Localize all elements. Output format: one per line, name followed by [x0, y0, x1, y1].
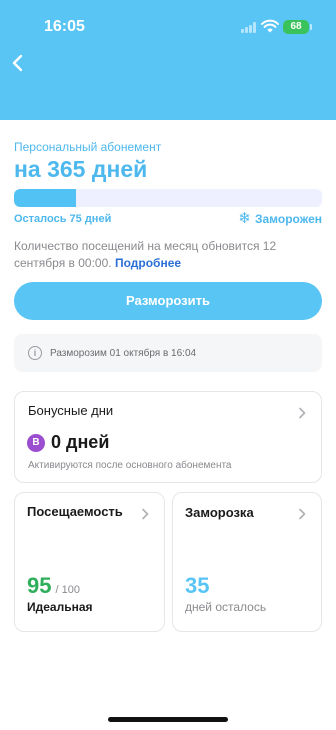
frozen-status: ❄ Заморожен: [238, 210, 322, 227]
chevron-left-icon[interactable]: [10, 52, 28, 74]
freeze-card[interactable]: Заморозка 35 дней осталось: [172, 492, 322, 632]
unfreeze-button[interactable]: Разморозить: [14, 282, 322, 320]
bonus-days-title: Бонусные дни: [28, 403, 114, 418]
chevron-right-icon: [142, 508, 149, 520]
frozen-status-label: Заморожен: [254, 212, 322, 226]
subscription-progress-bar: [14, 189, 322, 207]
bonus-days-card[interactable]: Бонусные дни B 0 дней Активируются после…: [14, 391, 322, 483]
attendance-status: Идеальная: [27, 600, 93, 614]
unfreeze-notice-text: Разморозим 01 октября в 16:04: [50, 347, 197, 359]
info-icon: i: [28, 346, 42, 360]
status-bar: 16:05 68: [0, 0, 336, 54]
subscription-progress-fill: [14, 189, 76, 207]
bonus-days-subtitle: Активируются после основного абонемента: [28, 460, 232, 471]
attendance-card[interactable]: Посещаемость 95 / 100 Идеальная: [14, 492, 165, 632]
freeze-days-value: 35: [185, 573, 210, 598]
unfreeze-notice: i Разморозим 01 октября в 16:04: [14, 334, 322, 372]
home-indicator[interactable]: [108, 717, 228, 722]
chevron-right-icon: [299, 407, 306, 419]
attendance-value: 95: [27, 573, 52, 598]
status-time: 16:05: [44, 18, 85, 35]
visits-update-info: Количество посещений на месяц обновится …: [14, 238, 314, 272]
attendance-title: Посещаемость: [27, 504, 123, 519]
battery-icon: 68: [283, 20, 312, 34]
subscription-title: на 365 дней: [14, 156, 148, 182]
days-remaining: Осталось 75 дней: [14, 213, 112, 225]
bonus-badge-icon: B: [27, 433, 45, 452]
freeze-days-subtitle: дней осталось: [185, 600, 267, 614]
cellular-signal-icon: [241, 22, 259, 33]
wifi-icon: [261, 19, 279, 33]
freeze-title: Заморозка: [185, 505, 254, 520]
subscription-label: Персональный абонемент: [14, 140, 162, 154]
snowflake-icon: ❄: [238, 210, 251, 227]
attendance-max: / 100: [55, 584, 80, 596]
header: 16:05 68: [0, 0, 336, 120]
bonus-days-value: 0 дней: [51, 432, 110, 452]
more-link[interactable]: Подробнее: [115, 256, 181, 270]
chevron-right-icon: [299, 508, 306, 520]
attendance-score: 95 / 100: [27, 573, 80, 599]
bonus-days-row: B 0 дней: [27, 432, 109, 453]
